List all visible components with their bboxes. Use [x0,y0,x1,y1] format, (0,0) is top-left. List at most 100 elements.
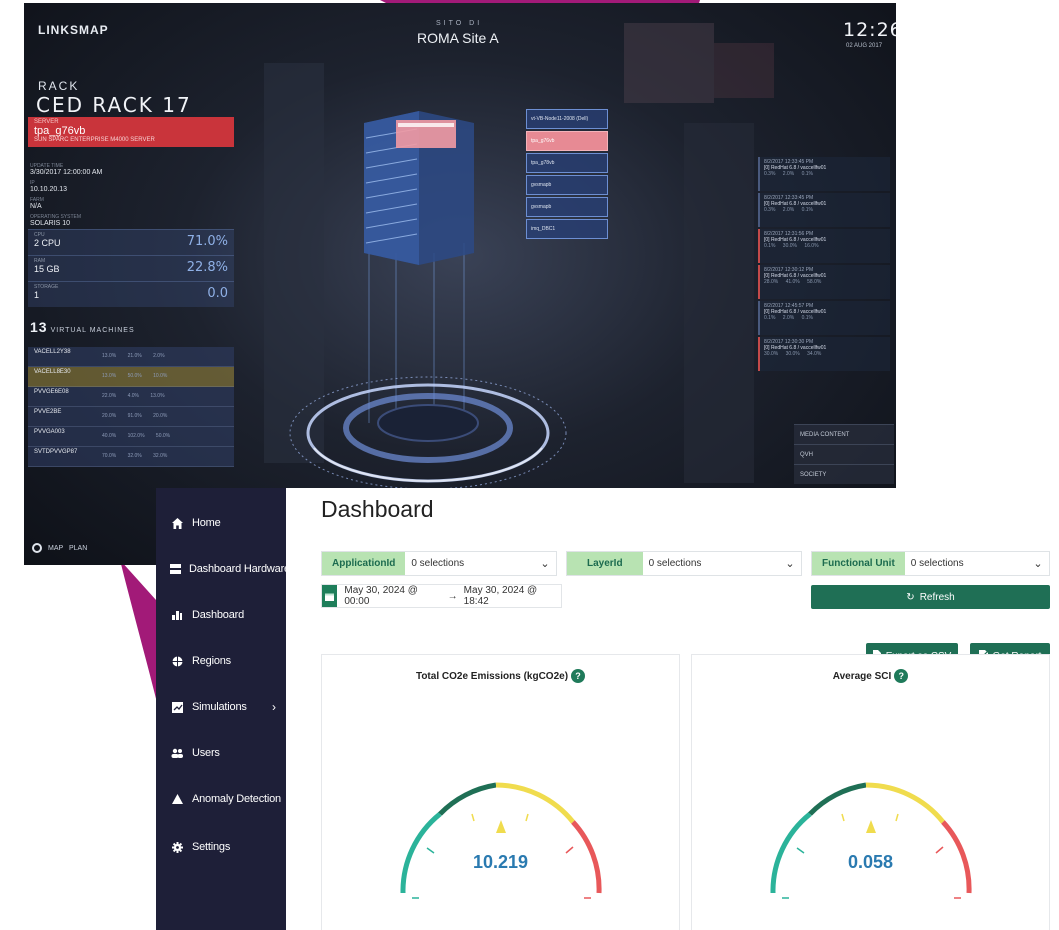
vm-row[interactable]: VACELL8E30 13.0% 50.0% 10.0% [28,367,234,387]
site-label: SITO DI [436,20,483,27]
chevron-down-icon[interactable]: ⌄ [534,557,556,570]
chevron-down-icon[interactable]: ⌄ [1027,557,1049,570]
log-metrics: 0.3% 2.0% 0.1% [764,207,813,213]
vm-title: VIRTUAL MACHINES [50,327,135,334]
rack-label: RACK [38,79,80,93]
gauge-value: 0.058 [847,852,894,872]
refresh-button[interactable]: ↻ Refresh [811,585,1050,609]
sidebar-item-label: Users [192,747,220,759]
log-entry[interactable]: 8/2/2017 12:33:45 PM [0] RedHat 6.8 / vac… [758,157,890,191]
vm-row[interactable]: VACELL2Y38 13.0% 21.0% 2.0% [28,347,234,367]
rack-slot-label[interactable]: gvsmapb [526,175,608,195]
media-qvh-item[interactable]: QVH [794,444,894,464]
vm-row[interactable]: PVVE2BE 20.0% 91.0% 20.0% [28,407,234,427]
server-info: UPDATE TIME 3/30/2017 12:00:00 AM IP 10.10… [30,163,230,231]
vm-section-title: 13 VIRTUAL MACHINES [30,319,135,335]
rack-slot-label[interactable]: imq_DBC1 [526,219,608,239]
server-subtitle: SUN SPARC ENTERPRISE M4000 SERVER [34,137,155,143]
map-nav[interactable]: MAP PLAN [32,543,87,553]
metric-percent: 71.0% [186,234,228,249]
info-row: FARM N/A [30,197,230,210]
filter-application-id[interactable]: ApplicationId 0 selections ⌄ [321,551,557,576]
vm-metrics: 70.0% 32.0% 32.0% [102,453,168,459]
log-metrics: 28.0% 41.0% 58.0% [764,279,822,285]
sidebar-item-settings[interactable]: Settings [156,833,286,861]
vm-row[interactable]: PVVGA003 40.0% 102.0% 50.0% [28,427,234,447]
log-entry[interactable]: 8/2/2017 12:31:56 PM [0] RedHat 6.8 / vac… [758,229,890,263]
refresh-icon: ↻ [906,591,915,603]
calendar-icon[interactable] [322,585,338,607]
info-row: OPERATING SYSTEM SOLARIS 10 [30,214,230,227]
linksmap-panel: LINKSMAP SITO DI ROMA Site A 12:26 02 AU… [24,3,896,565]
sidebar-item-regions[interactable]: Regions [156,647,286,675]
site-name: ROMA Site A [417,30,499,46]
log-metrics: 0.3% 2.0% 0.1% [764,171,813,177]
vm-metrics: 20.0% 91.0% 20.0% [102,413,168,419]
media-content-item[interactable]: MEDIA CONTENT [794,424,894,444]
linksmap-logo: LINKSMAP [38,23,109,37]
log-entry[interactable]: 8/2/2017 12:33:45 PM [0] RedHat 6.8 / vac… [758,193,890,227]
vm-count: 13 [30,319,48,335]
gear-icon [170,840,184,854]
metric-percent: 22.8% [186,260,228,275]
filter-layer-id[interactable]: LayerId 0 selections ⌄ [566,551,802,576]
chevron-right-icon: › [272,700,276,714]
vm-metrics: 40.0% 102.0% 50.0% [102,433,171,439]
sidebar-item-label: Regions [192,655,231,667]
target-icon[interactable] [32,543,42,553]
sidebar-item-label: Settings [192,841,231,853]
sidebar-item-label: Simulations [192,701,247,713]
dashboard-main: Dashboard ApplicationId 0 selections ⌄ L… [286,488,1059,930]
rack-slot-label[interactable]: vt-VB-Node11-2008 (Dell) [526,109,608,129]
vm-metrics: 22.0% 4.0% 13.0% [102,393,165,399]
date-from[interactable]: May 30, 2024 @ 00:00 [344,585,441,607]
date-to[interactable]: May 30, 2024 @ 18:42 [464,585,561,607]
composite-screenshot: LINKSMAP SITO DI ROMA Site A 12:26 02 AU… [0,0,1059,930]
users-icon [170,746,184,760]
vm-row[interactable]: SVTDPVVGP87 70.0% 32.0% 32.0% [28,447,234,467]
metric-percent: 0.0 [207,286,228,301]
log-entry[interactable]: 8/2/2017 12:30:30 PM [0] RedHat 6.8 / vac… [758,337,890,371]
log-metrics: 0.1% 30.0% 16.0% [764,243,819,249]
sidebar-item-dashboard[interactable]: Dashboard [156,601,286,629]
home-icon [170,516,184,530]
rack-slot-label[interactable]: tpa_g78vb [526,153,608,173]
sidebar-item-label: Home [192,517,221,529]
server-icon [170,562,181,576]
info-value: 10.10.20.13 [30,186,67,193]
nav-label: MAP PLAN [48,544,88,552]
metric-value: 1 [34,290,40,300]
filter-functional-unit[interactable]: Functional Unit 0 selections ⌄ [811,551,1050,576]
rack-slot-label[interactable]: tpa_g76vb [526,131,608,151]
sidebar-item-anomaly-detection[interactable]: Anomaly Detection [156,785,286,813]
filter-label: Functional Unit [812,552,905,575]
sidebar-item-dashboard-hardware[interactable]: Dashboard Hardware [156,555,290,583]
info-value: 3/30/2017 12:00:00 AM [30,169,103,176]
log-entry[interactable]: 8/2/2017 12:45:57 PM [0] RedHat 6.8 / vac… [758,301,890,335]
bar-chart-icon [170,608,184,622]
vm-metrics: 13.0% 50.0% 10.0% [102,373,168,379]
filter-value: 0 selections [411,558,465,569]
sidebar-item-label: Dashboard Hardware [189,563,290,575]
chevron-down-icon[interactable]: ⌄ [779,557,801,570]
globe-icon [170,654,184,668]
rack-slot-label[interactable]: gvsmapb [526,197,608,217]
sidebar-item-users[interactable]: Users [156,739,286,767]
info-row: IP 10.10.20.13 [30,180,230,193]
vm-row[interactable]: PVVGE6E08 22.0% 4.0% 13.0% [28,387,234,407]
arrow-right-icon: → [447,590,458,602]
server-card[interactable]: SERVER tpa_g76vb SUN SPARC ENTERPRISE M4… [28,117,234,147]
sidebar: Home Dashboard Hardware Dashboard Region… [156,488,290,930]
rack-name: CED RACK 17 [36,93,192,117]
date-range-picker[interactable]: May 30, 2024 @ 00:00 → May 30, 2024 @ 18… [321,584,562,608]
sidebar-item-home[interactable]: Home [156,509,286,537]
date: 02 AUG 2017 [846,43,883,49]
co2-emissions-card: Total CO2e Emissions (kgCO2e)? 10.219 [321,654,680,930]
media-society-item[interactable]: SOCIETY [794,464,894,484]
sidebar-item-simulations[interactable]: Simulations › [156,693,286,721]
sidebar-item-label: Dashboard [192,609,245,621]
co2-gauge [400,782,602,899]
clock: 12:26 [843,19,896,41]
log-entry[interactable]: 8/2/2017 12:30:12 PM [0] RedHat 6.8 / vac… [758,265,890,299]
filter-label: LayerId [567,552,643,575]
